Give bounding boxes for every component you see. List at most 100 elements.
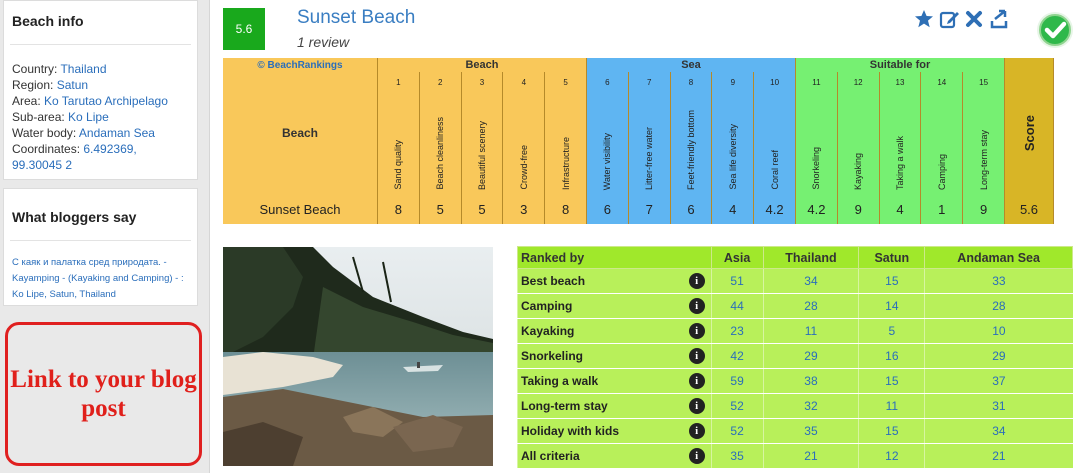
criterion-label: Feet-friendly bottom: [685, 109, 696, 190]
criterion-header: 2 Beach cleanliness: [419, 72, 462, 194]
info-row: Country: Thailand: [12, 61, 189, 77]
ranking-value-link[interactable]: 23: [710, 318, 764, 344]
download-icon[interactable]: [989, 8, 1009, 30]
bloggers-title: What bloggers say: [10, 189, 191, 241]
score-group-spacer: [1005, 58, 1054, 72]
info-label: Sub-area:: [12, 110, 69, 124]
info-value-link[interactable]: Ko Lipe: [68, 110, 109, 124]
rankings-row: Kayaking i 23 11 5 10: [517, 318, 1073, 344]
criterion-value: 1: [921, 194, 964, 224]
ranking-value-link[interactable]: 42: [710, 343, 764, 369]
info-label: Country:: [12, 62, 61, 76]
ranking-value-link[interactable]: 34: [924, 418, 1073, 444]
info-value-link[interactable]: Ko Tarutao Archipelago: [44, 94, 168, 108]
group-header: Beach: [378, 58, 587, 72]
ranking-value-link[interactable]: 11: [858, 393, 925, 419]
ranking-value-link[interactable]: 14: [858, 293, 925, 319]
criterion-value: 4.2: [796, 194, 838, 224]
criterion-label-wrap: Kayaking: [853, 91, 863, 194]
ranking-value-link[interactable]: 35: [710, 443, 764, 469]
ranking-value-link[interactable]: 11: [762, 318, 859, 344]
criterion-label-wrap: Infrastructure: [561, 91, 571, 194]
ranking-value-link[interactable]: 15: [858, 368, 925, 394]
info-icon[interactable]: i: [688, 323, 705, 339]
criterion-label-wrap: Snorkeling: [811, 91, 821, 194]
ranking-value-link[interactable]: 29: [924, 343, 1073, 369]
criterion-label: Crowd-free: [518, 145, 529, 190]
ranking-criterion: Holiday with kids i: [517, 418, 712, 444]
ranking-criterion-wrap: Long-term stay i: [521, 398, 711, 414]
criterion-header: 5 Infrastructure: [545, 72, 587, 194]
ranking-value-link[interactable]: 44: [710, 293, 764, 319]
ranking-criterion-wrap: All criteria i: [521, 448, 711, 464]
ranking-value-link[interactable]: 10: [924, 318, 1073, 344]
group-header: Suitable for: [796, 58, 1005, 72]
copyright-label: © BeachRankings: [223, 58, 378, 72]
criterion-header: 1 Sand quality: [378, 72, 420, 194]
info-icon[interactable]: i: [688, 298, 705, 314]
edit-icon[interactable]: [939, 8, 959, 30]
ranking-value-link[interactable]: 38: [762, 368, 859, 394]
criterion-header: 11 Snorkeling: [796, 72, 838, 194]
ranking-value-link[interactable]: 52: [710, 418, 764, 444]
info-icon[interactable]: i: [688, 373, 705, 389]
ranking-value-link[interactable]: 59: [710, 368, 764, 394]
ranking-criterion: Taking a walk i: [517, 368, 712, 394]
info-value-link[interactable]: Andaman Sea: [79, 126, 155, 140]
ranking-value-link[interactable]: 15: [858, 418, 925, 444]
beach-info-panel: Beach info Country: Thailand Region: Satu…: [3, 0, 198, 180]
review-count[interactable]: 1 review: [297, 34, 349, 50]
info-value-link[interactable]: Thailand: [60, 62, 106, 76]
ranking-criterion-wrap: Snorkeling i: [521, 348, 711, 364]
criterion-label-wrap: Water visibility: [602, 91, 612, 194]
ranking-value-link[interactable]: 35: [762, 418, 859, 444]
ranking-criterion-label: Taking a walk: [521, 374, 599, 388]
criterion-value: 6: [587, 194, 629, 224]
beach-name-cell: Sunset Beach: [223, 194, 378, 224]
ranking-value-link[interactable]: 34: [762, 268, 859, 294]
criterion-value: 8: [545, 194, 587, 224]
info-value-link[interactable]: Satun: [57, 78, 88, 92]
info-icon[interactable]: i: [688, 273, 705, 289]
ranking-value-link[interactable]: 5: [858, 318, 925, 344]
ranking-criterion-label: Snorkeling: [521, 349, 584, 363]
ranking-value-link[interactable]: 21: [762, 443, 859, 469]
ranking-value-link[interactable]: 29: [762, 343, 859, 369]
ranking-value-link[interactable]: 12: [858, 443, 925, 469]
criterion-header: 15 Long-term stay: [963, 72, 1005, 194]
ranking-value-link[interactable]: 33: [924, 268, 1073, 294]
blogger-post-link[interactable]: С каяк и палатка сред природата. - Kayam…: [4, 241, 197, 303]
criterion-header: 7 Litter-free water: [628, 72, 671, 194]
ranking-value-link[interactable]: 28: [924, 293, 1073, 319]
ranking-value-link[interactable]: 28: [762, 293, 859, 319]
ranking-value-link[interactable]: 32: [762, 393, 859, 419]
ranking-value-link[interactable]: 31: [924, 393, 1073, 419]
ranking-value-link[interactable]: 51: [710, 268, 764, 294]
beach-title[interactable]: Sunset Beach: [297, 7, 415, 29]
ranking-criterion-wrap: Camping i: [521, 298, 711, 314]
criterion-label: Water visibility: [602, 132, 613, 190]
info-icon[interactable]: i: [688, 448, 705, 464]
ranking-value-link[interactable]: 15: [858, 268, 925, 294]
close-icon[interactable]: [964, 8, 984, 30]
score-header-label: Score: [1021, 114, 1037, 152]
ranking-value-link[interactable]: 52: [710, 393, 764, 419]
ranking-value-link[interactable]: 16: [858, 343, 925, 369]
info-icon[interactable]: i: [688, 348, 705, 364]
info-row: Area: Ko Tarutao Archipelago: [12, 93, 189, 109]
info-icon[interactable]: i: [688, 398, 705, 414]
ranking-value-link[interactable]: 21: [924, 443, 1073, 469]
info-label: Coordinates:: [12, 142, 84, 156]
beach-photo[interactable]: [223, 247, 493, 466]
score-value: 5.6: [1005, 194, 1054, 224]
ranking-criterion: Best beach i: [517, 268, 712, 294]
blog-link-callout[interactable]: Link to your blog post: [5, 322, 202, 466]
star-icon[interactable]: [914, 8, 934, 30]
ranking-value-link[interactable]: 37: [924, 368, 1073, 394]
bloggers-panel: What bloggers say С каяк и палатка сред …: [3, 188, 198, 306]
criterion-label: Snorkeling: [811, 147, 822, 190]
criterion-header: 13 Taking a walk: [879, 72, 922, 194]
info-label: Water body:: [12, 126, 79, 140]
info-icon[interactable]: i: [688, 423, 705, 439]
rankings-column-header: Andaman Sea: [924, 246, 1073, 269]
